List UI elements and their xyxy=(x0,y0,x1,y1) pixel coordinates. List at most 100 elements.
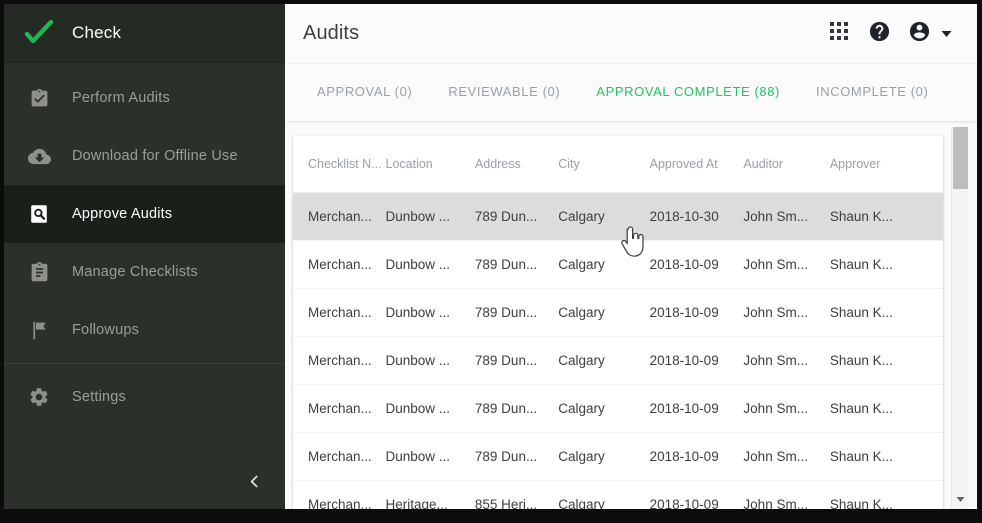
help-button[interactable] xyxy=(862,17,896,51)
cell-address: 789 Dun... xyxy=(470,384,556,433)
table-row[interactable]: Merchan... Dunbow ... 789 Dun... Calgary… xyxy=(293,432,943,481)
cell-location: Dunbow ... xyxy=(383,288,471,337)
cell-checklist-name: Merchan... xyxy=(293,384,384,433)
cell-auditor: John Sm... xyxy=(743,384,830,433)
sidebar-divider xyxy=(4,363,285,364)
sidebar-item-perform-audits[interactable]: Perform Audits xyxy=(4,69,285,127)
scrollbar-thumb[interactable] xyxy=(953,127,968,189)
sidebar-item-approve-audits[interactable]: Approve Audits xyxy=(4,185,285,243)
column-header-address[interactable]: Address xyxy=(470,136,556,193)
sidebar-item-settings[interactable]: Settings xyxy=(4,368,285,426)
column-header-approver[interactable]: Approver xyxy=(829,136,943,193)
tab-approval-complete[interactable]: APPROVAL COMPLETE (88) xyxy=(578,63,798,121)
cell-checklist-name: Merchan... xyxy=(293,432,384,481)
cloud-download-icon xyxy=(22,141,56,171)
cell-auditor: John Sm... xyxy=(743,240,830,289)
gear-icon xyxy=(22,382,56,412)
tabbar: APPROVAL (0) REVIEWABLE (0) APPROVAL COM… xyxy=(285,63,977,121)
table-row[interactable]: Merchan... Dunbow ... 789 Dun... Calgary… xyxy=(293,336,943,385)
cell-checklist-name: Merchan... xyxy=(293,240,384,289)
cell-checklist-name: Merchan... xyxy=(293,480,384,509)
tab-approval[interactable]: APPROVAL (0) xyxy=(299,63,430,121)
main-content: Audits APPROVAL (0) REVIEWABLE (0) APPRO… xyxy=(285,4,977,509)
column-header-city[interactable]: City xyxy=(555,136,643,193)
application-window: Check Perform Audits Download for Offlin… xyxy=(0,0,982,523)
column-header-location[interactable]: Location xyxy=(383,136,471,193)
cell-approved-at: 2018-10-09 xyxy=(642,432,744,481)
vertical-scrollbar[interactable] xyxy=(951,127,968,509)
account-circle-icon xyxy=(908,20,931,48)
cell-city: Calgary xyxy=(555,480,643,509)
help-circle-icon xyxy=(868,20,891,48)
sidebar-item-manage-checklists[interactable]: Manage Checklists xyxy=(4,243,285,301)
cell-address: 789 Dun... xyxy=(470,336,556,385)
cell-approver: Shaun K... xyxy=(829,240,943,289)
column-header-approved-at[interactable]: Approved At xyxy=(642,136,744,193)
clipboard-icon xyxy=(22,257,56,287)
brand-name: Check xyxy=(72,23,122,42)
sidebar-item-label: Perform Audits xyxy=(72,90,170,106)
sidebar-item-label: Approve Audits xyxy=(72,206,173,222)
table-row[interactable]: Merchan... Dunbow ... 789 Dun... Calgary… xyxy=(293,192,943,241)
cell-approver: Shaun K... xyxy=(829,384,943,433)
cell-location: Dunbow ... xyxy=(383,240,471,289)
cell-address: 789 Dun... xyxy=(470,192,556,241)
tab-reviewable[interactable]: REVIEWABLE (0) xyxy=(430,63,578,121)
window-border-left xyxy=(0,0,4,523)
column-header-checklist-name[interactable]: Checklist N... xyxy=(293,136,384,193)
document-search-icon xyxy=(22,199,56,229)
cell-address: 789 Dun... xyxy=(470,432,556,481)
cell-auditor: John Sm... xyxy=(743,432,830,481)
table-row[interactable]: Merchan... Heritage... 855 Heri... Calga… xyxy=(293,480,943,509)
cell-approver: Shaun K... xyxy=(829,288,943,337)
cell-location: Dunbow ... xyxy=(383,432,471,481)
sidebar-item-download-offline[interactable]: Download for Offline Use xyxy=(4,127,285,185)
chevron-left-icon xyxy=(246,473,263,495)
clipboard-check-icon xyxy=(22,83,56,113)
apps-grid-icon xyxy=(830,22,848,45)
cell-approved-at: 2018-10-09 xyxy=(642,384,744,433)
tab-incomplete[interactable]: INCOMPLETE (0) xyxy=(798,63,946,121)
sidebar-item-label: Manage Checklists xyxy=(72,264,198,280)
table-row[interactable]: Merchan... Dunbow ... 789 Dun... Calgary… xyxy=(293,384,943,433)
cell-city: Calgary xyxy=(555,240,643,289)
audits-table-card: Checklist N... Location Address City App… xyxy=(293,136,943,509)
table-header: Checklist N... Location Address City App… xyxy=(293,136,943,193)
apps-grid-button[interactable] xyxy=(822,17,856,51)
topbar: Audits xyxy=(285,4,977,63)
sidebar-item-followups[interactable]: Followups xyxy=(4,301,285,359)
cell-auditor: John Sm... xyxy=(743,288,830,337)
table-row[interactable]: Merchan... Dunbow ... 789 Dun... Calgary… xyxy=(293,240,943,289)
cell-address: 789 Dun... xyxy=(470,288,556,337)
account-button[interactable] xyxy=(902,17,936,51)
page-title: Audits xyxy=(303,22,360,44)
sidebar: Check Perform Audits Download for Offlin… xyxy=(4,4,285,509)
cell-location: Dunbow ... xyxy=(383,336,471,385)
sidebar-item-label: Followups xyxy=(72,322,140,338)
cell-location: Heritage... xyxy=(383,480,471,509)
scroll-arrow-down-icon[interactable] xyxy=(952,491,969,507)
window-shadow-bottom xyxy=(0,519,982,523)
flag-icon xyxy=(22,315,56,345)
account-dropdown-button[interactable] xyxy=(937,19,955,49)
cell-auditor: John Sm... xyxy=(743,480,830,509)
cell-auditor: John Sm... xyxy=(743,336,830,385)
table-row[interactable]: Merchan... Dunbow ... 789 Dun... Calgary… xyxy=(293,288,943,337)
cell-approver: Shaun K... xyxy=(829,480,943,509)
cell-approver: Shaun K... xyxy=(829,336,943,385)
brand-header[interactable]: Check xyxy=(4,4,285,63)
cell-city: Calgary xyxy=(555,432,643,481)
sidebar-item-label: Settings xyxy=(72,389,126,405)
cell-checklist-name: Merchan... xyxy=(293,288,384,337)
sidebar-nav: Perform Audits Download for Offline Use xyxy=(4,63,285,426)
cell-checklist-name: Merchan... xyxy=(293,192,384,241)
cell-checklist-name: Merchan... xyxy=(293,336,384,385)
cell-city: Calgary xyxy=(555,288,643,337)
table-body: Merchan... Dunbow ... 789 Dun... Calgary… xyxy=(293,192,943,509)
green-checkmark-logo xyxy=(22,16,56,50)
cell-address: 789 Dun... xyxy=(470,240,556,289)
cell-approved-at: 2018-10-30 xyxy=(642,192,744,241)
sidebar-item-label: Download for Offline Use xyxy=(72,148,238,164)
column-header-auditor[interactable]: Auditor xyxy=(743,136,830,193)
sidebar-collapse-button[interactable] xyxy=(236,466,272,502)
